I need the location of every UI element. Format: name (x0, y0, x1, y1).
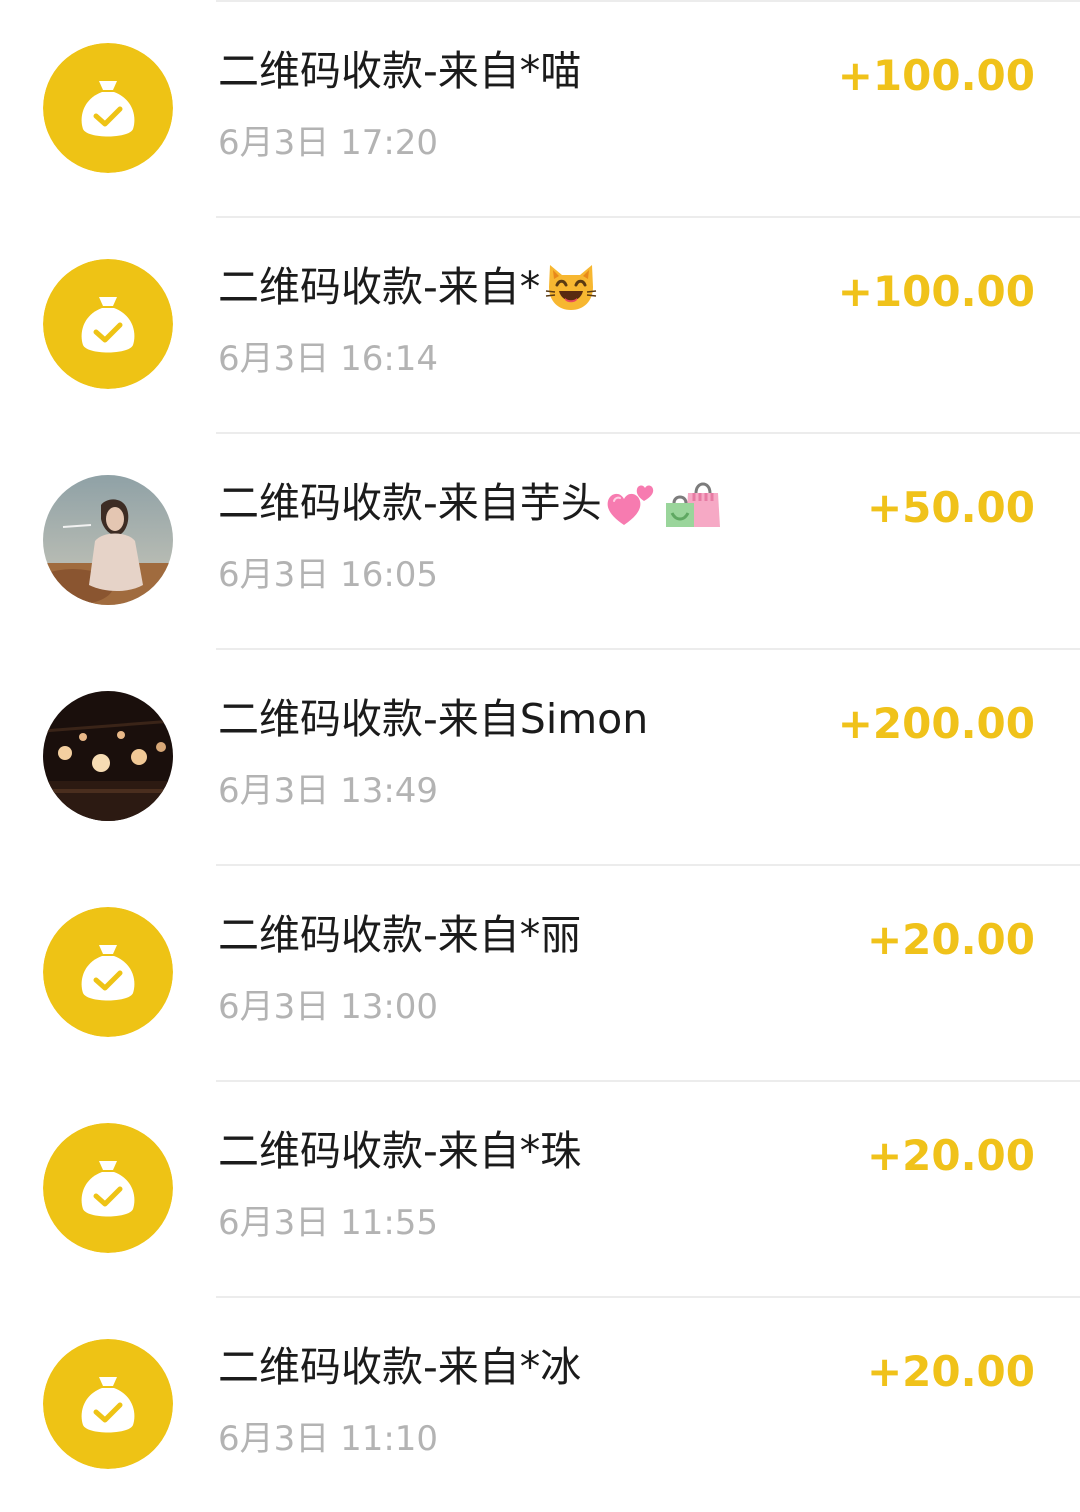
two-hearts-emoji-icon (606, 477, 660, 529)
money-bag-icon (43, 259, 173, 389)
transaction-row[interactable]: 二维码收款-来自*丽 6月3日 13:00 +20.00 (0, 864, 1080, 1080)
transaction-title-text: 二维码收款-来自Simon (218, 695, 649, 743)
transaction-title: 二维码收款-来自Simon (218, 690, 648, 748)
money-bag-icon (43, 43, 173, 173)
transaction-amount: +100.00 (837, 51, 1035, 100)
transaction-title-text: 二维码收款-来自*冰 (218, 1343, 582, 1391)
user-photo-avatar (43, 475, 173, 605)
transaction-title: 二维码收款-来自*丽 (218, 906, 581, 964)
transaction-row[interactable]: 二维码收款-来自*冰 6月3日 11:10 +20.00 (0, 1296, 1080, 1512)
row-divider (216, 1080, 1080, 1082)
transaction-title: 二维码收款-来自*冰 (218, 1338, 581, 1396)
transaction-row[interactable]: 二维码收款-来自Simon 6月3日 13:49 +200.00 (0, 648, 1080, 864)
transaction-row[interactable]: 二维码收款-来自* 6月3日 16:14 +100.00 (0, 216, 1080, 432)
transaction-time: 6月3日 11:55 (218, 1203, 439, 1243)
transaction-row[interactable]: 二维码收款-来自芋头 6月3日 16:05 +50.00 (0, 432, 1080, 648)
transaction-title-text: 二维码收款-来自芋头 (218, 479, 602, 527)
row-divider (216, 648, 1080, 650)
transaction-title: 二维码收款-来自芋头 (218, 474, 722, 532)
transaction-title: 二维码收款-来自*珠 (218, 1122, 581, 1180)
transaction-amount: +200.00 (837, 699, 1035, 748)
transaction-time: 6月3日 13:49 (218, 771, 439, 811)
transaction-time: 6月3日 16:14 (218, 339, 439, 379)
row-divider (216, 864, 1080, 866)
transaction-row[interactable]: 二维码收款-来自*珠 6月3日 11:55 +20.00 (0, 1080, 1080, 1296)
user-photo-avatar (43, 691, 173, 821)
transaction-amount: +20.00 (866, 1131, 1035, 1180)
transaction-title-text: 二维码收款-来自*喵 (218, 47, 582, 95)
transaction-title: 二维码收款-来自* (218, 258, 598, 316)
transaction-time: 6月3日 16:05 (218, 555, 439, 595)
transaction-title-text: 二维码收款-来自* (218, 263, 541, 311)
row-divider (216, 0, 1080, 2)
transaction-amount: +20.00 (866, 915, 1035, 964)
transaction-time: 6月3日 11:10 (218, 1419, 439, 1459)
row-divider (216, 432, 1080, 434)
transaction-list: 二维码收款-来自*喵 6月3日 17:20 +100.00 二维码收款-来自* (0, 0, 1080, 1512)
transaction-title: 二维码收款-来自*喵 (218, 42, 581, 100)
transaction-row[interactable]: 二维码收款-来自*喵 6月3日 17:20 +100.00 (0, 0, 1080, 216)
smiling-cat-emoji-icon (544, 261, 598, 313)
transaction-time: 6月3日 17:20 (218, 123, 439, 163)
row-divider (216, 216, 1080, 218)
transaction-time: 6月3日 13:00 (218, 987, 439, 1027)
money-bag-icon (43, 1339, 173, 1469)
shopping-bags-emoji-icon (664, 477, 722, 529)
transaction-title-text: 二维码收款-来自*珠 (218, 1127, 582, 1175)
transaction-amount: +20.00 (866, 1347, 1035, 1396)
money-bag-icon (43, 1123, 173, 1253)
transaction-title-text: 二维码收款-来自*丽 (218, 911, 582, 959)
transaction-amount: +100.00 (837, 267, 1035, 316)
transaction-amount: +50.00 (866, 483, 1035, 532)
row-divider (216, 1296, 1080, 1298)
money-bag-icon (43, 907, 173, 1037)
